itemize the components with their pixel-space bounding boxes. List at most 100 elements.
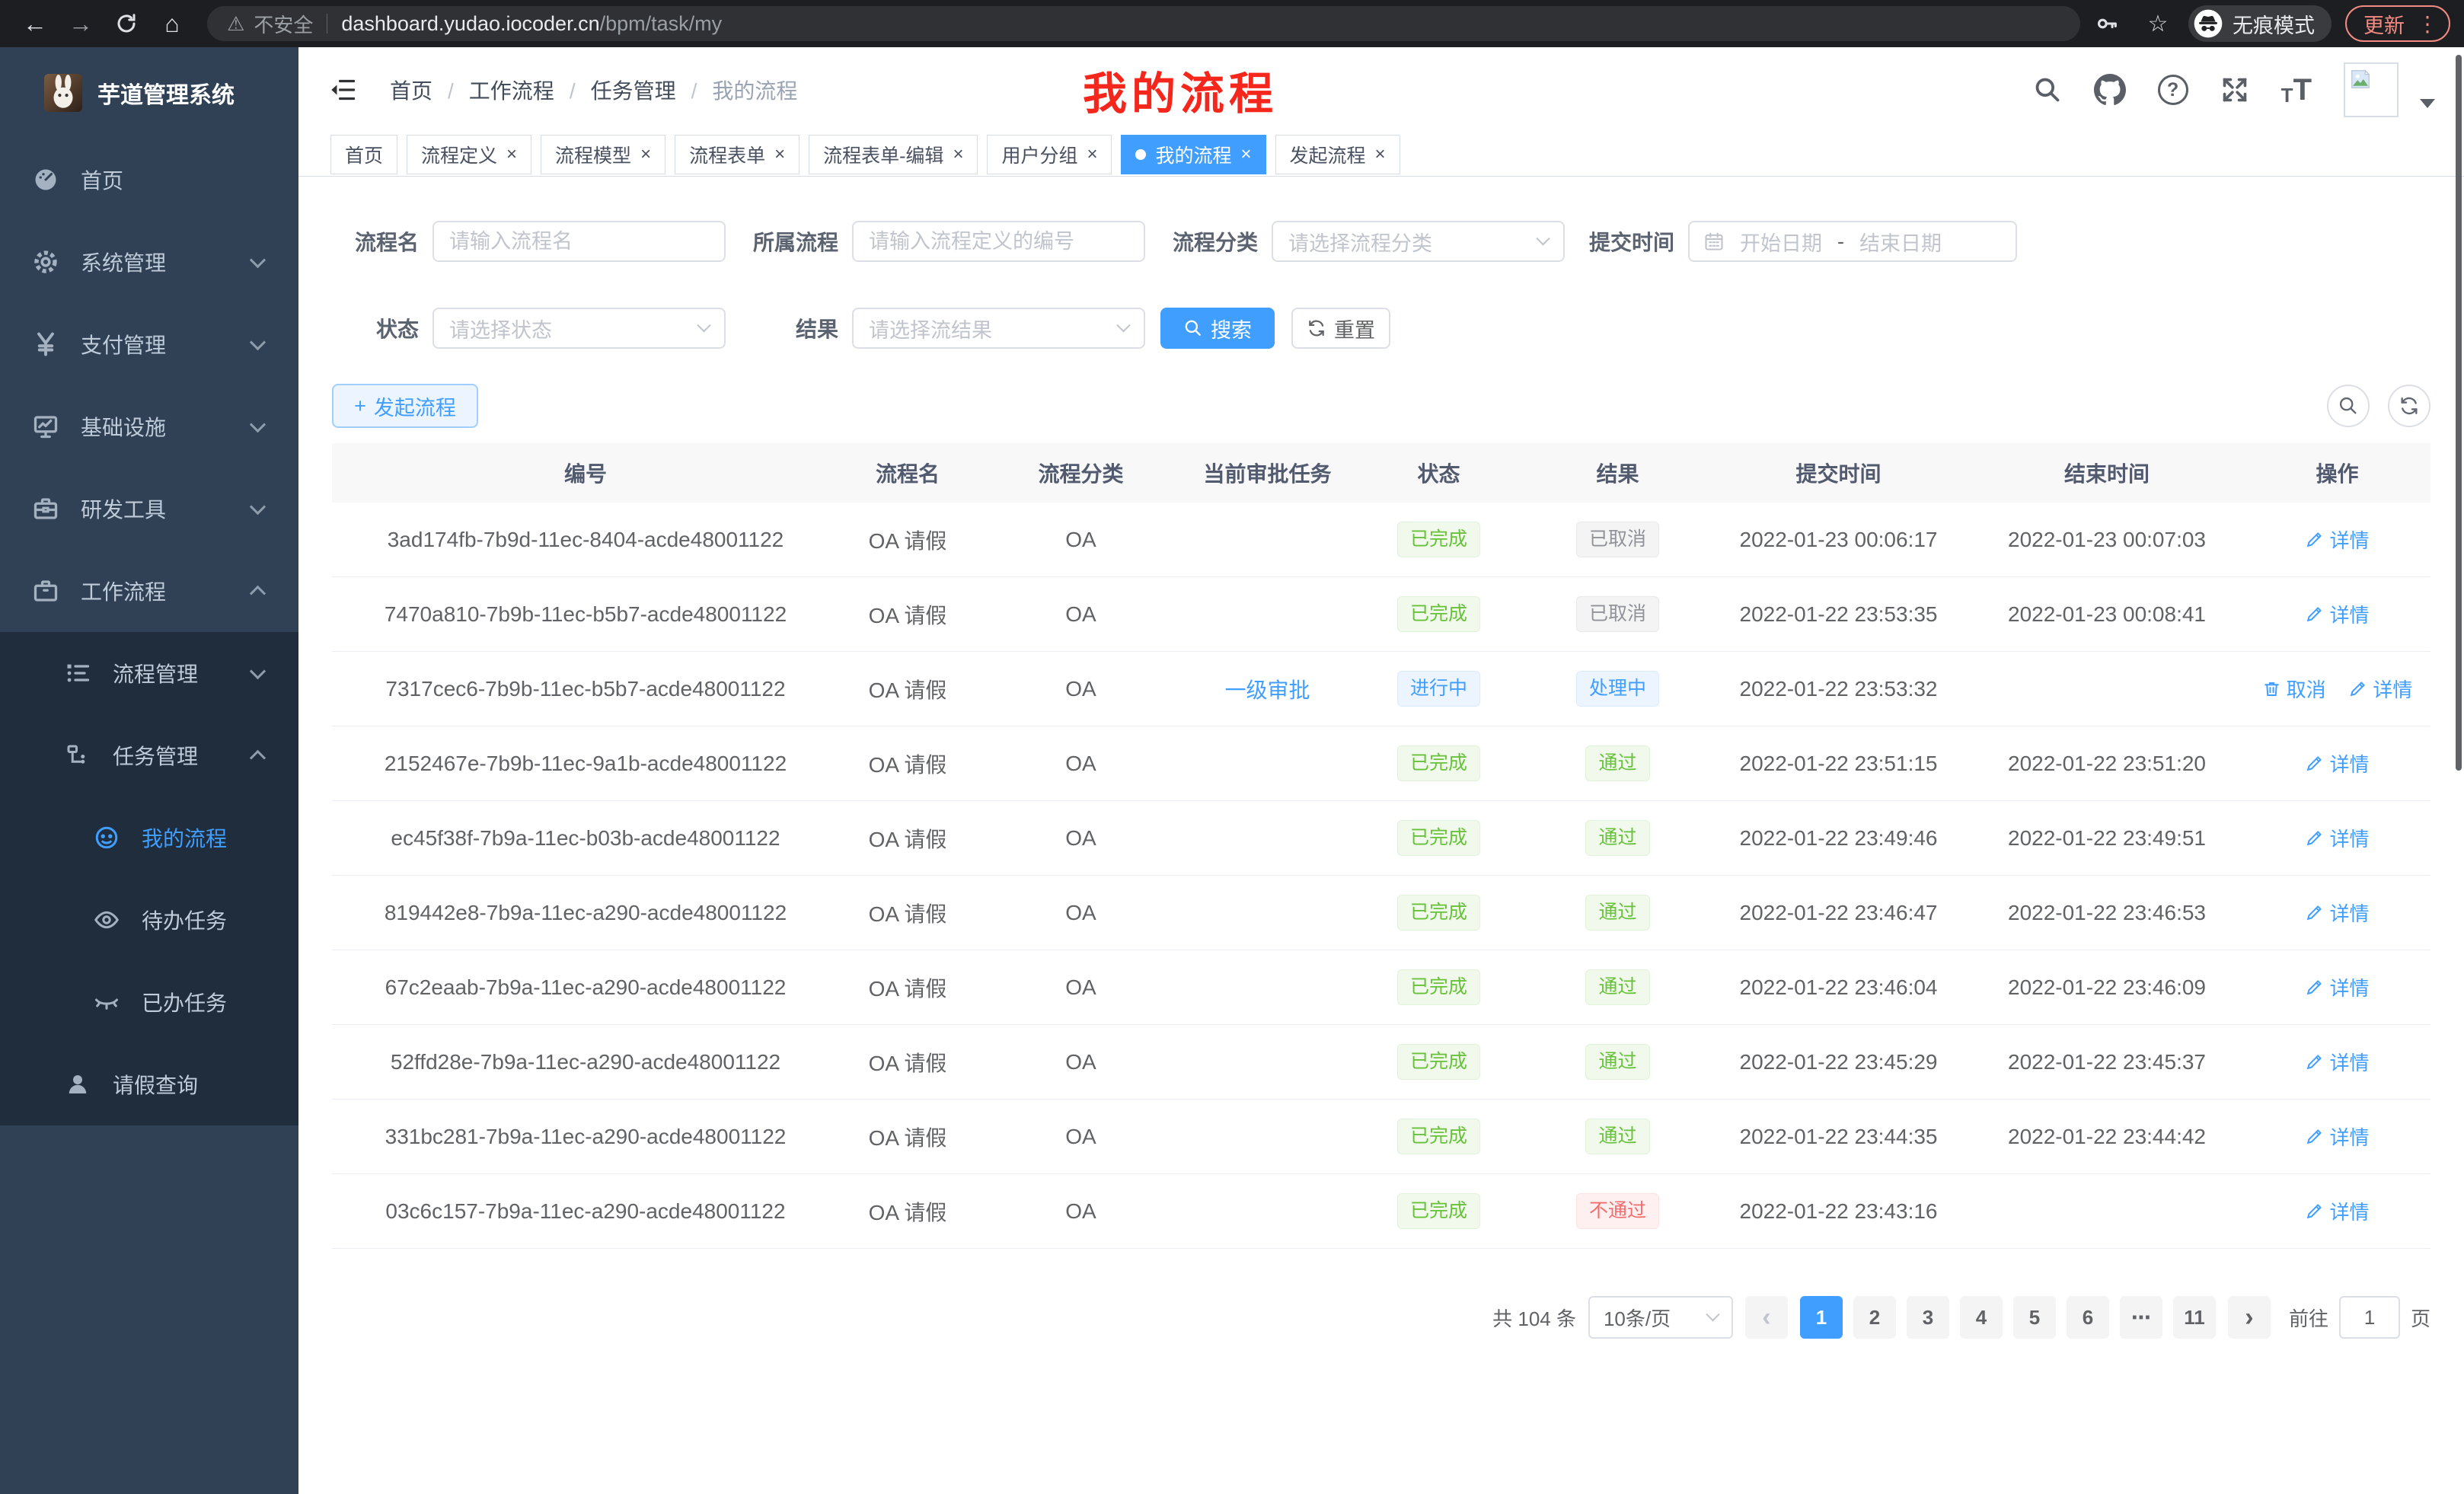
sidebar-item-done-tasks[interactable]: 已办任务 bbox=[0, 961, 298, 1043]
page-button[interactable]: 2 bbox=[1853, 1296, 1896, 1339]
end-time: 2022-01-22 23:46:09 bbox=[1970, 975, 2244, 1000]
process-name: OA 请假 bbox=[839, 599, 976, 630]
page-button[interactable]: 5 bbox=[2013, 1296, 2056, 1339]
scrollbar[interactable] bbox=[2456, 55, 2462, 771]
sidebar-collapse-icon[interactable] bbox=[327, 74, 359, 106]
sidebar-item-todo-tasks[interactable]: 待办任务 bbox=[0, 879, 298, 961]
close-icon[interactable]: × bbox=[1375, 145, 1386, 164]
avatar-dropdown-caret[interactable] bbox=[2420, 99, 2435, 108]
row-actions: 取消 详情 bbox=[2244, 525, 2430, 554]
page-button[interactable]: 4 bbox=[1960, 1296, 2003, 1339]
sidebar-item-process-mgmt[interactable]: 流程管理 bbox=[0, 632, 298, 714]
browser-reload-icon[interactable] bbox=[105, 12, 148, 35]
row-actions: 取消 详情 bbox=[2244, 600, 2430, 629]
avatar[interactable] bbox=[2344, 62, 2399, 117]
page-size-select[interactable]: 10条/页 bbox=[1588, 1296, 1733, 1339]
help-icon[interactable]: ? bbox=[2158, 75, 2188, 105]
breadcrumb-item[interactable]: 首页 bbox=[390, 75, 469, 105]
sidebar-item-payment[interactable]: 支付管理 bbox=[0, 303, 298, 385]
view-tab[interactable]: 流程表单 × bbox=[675, 135, 800, 174]
detail-link[interactable]: 详情 bbox=[2305, 600, 2369, 628]
status-select[interactable]: 请选择状态 bbox=[432, 308, 726, 349]
category-select[interactable]: 请选择流程分类 bbox=[1272, 221, 1565, 262]
detail-link[interactable]: 详情 bbox=[2305, 1048, 2369, 1076]
detail-link[interactable]: 详情 bbox=[2305, 525, 2369, 554]
sidebar-item-devtools[interactable]: 研发工具 bbox=[0, 468, 298, 550]
sidebar-item-infra[interactable]: 基础设施 bbox=[0, 385, 298, 468]
active-dot-icon bbox=[1135, 149, 1146, 160]
result-select[interactable]: 请选择流结果 bbox=[852, 308, 1145, 349]
view-tab[interactable]: 流程定义 × bbox=[407, 135, 531, 174]
detail-link[interactable]: 详情 bbox=[2305, 824, 2369, 852]
page-button[interactable]: ⋯ bbox=[2120, 1296, 2162, 1339]
breadcrumb-item[interactable]: 工作流程 bbox=[469, 75, 591, 105]
font-size-icon[interactable]: TT bbox=[2281, 73, 2312, 107]
browser-menu-icon[interactable]: ⋮ bbox=[2417, 11, 2438, 37]
detail-link[interactable]: 详情 bbox=[2305, 899, 2369, 927]
process-name-input[interactable] bbox=[432, 221, 726, 262]
browser-home-icon[interactable]: ⌂ bbox=[151, 0, 193, 47]
sidebar-item-home[interactable]: 首页 bbox=[0, 139, 298, 221]
start-process-button[interactable]: + 发起流程 bbox=[332, 384, 478, 428]
end-time: 2022-01-22 23:44:42 bbox=[1970, 1125, 2244, 1149]
view-tab[interactable]: 发起流程 × bbox=[1275, 135, 1400, 174]
browser-back-icon[interactable]: ← bbox=[14, 0, 56, 47]
sidebar-item-task-mgmt[interactable]: 任务管理 bbox=[0, 714, 298, 796]
page-button[interactable]: 11 bbox=[2173, 1296, 2216, 1339]
close-icon[interactable]: × bbox=[1087, 145, 1097, 164]
fullscreen-icon[interactable] bbox=[2220, 75, 2249, 104]
sidebar-item-system[interactable]: 系统管理 bbox=[0, 221, 298, 303]
close-icon[interactable]: × bbox=[1241, 145, 1252, 164]
process-category: OA bbox=[976, 602, 1186, 627]
result-badge: 已取消 bbox=[1576, 596, 1659, 633]
next-page-button[interactable]: › bbox=[2228, 1296, 2271, 1339]
sidebar-item-my-process[interactable]: 我的流程 bbox=[0, 796, 298, 879]
browser-forward-icon[interactable]: → bbox=[59, 0, 102, 47]
app-logo-row[interactable]: 芋道管理系统 bbox=[0, 47, 298, 139]
view-tab[interactable]: 流程模型 × bbox=[541, 135, 665, 174]
chevron-down-icon bbox=[1706, 1307, 1719, 1321]
breadcrumb-item[interactable]: 我的流程 bbox=[712, 75, 797, 105]
prev-page-button[interactable]: ‹ bbox=[1745, 1296, 1788, 1339]
pagination: 共 104 条 10条/页 ‹ 1 2 3 4 5 6 bbox=[332, 1296, 2430, 1339]
close-icon[interactable]: × bbox=[774, 145, 785, 164]
detail-link[interactable]: 详情 bbox=[2305, 1122, 2369, 1151]
view-tab[interactable]: 流程表单-编辑 × bbox=[809, 135, 978, 174]
password-key-icon[interactable] bbox=[2094, 11, 2127, 37]
search-icon[interactable] bbox=[2033, 75, 2062, 104]
refresh-icon[interactable] bbox=[2388, 385, 2430, 427]
detail-link[interactable]: 详情 bbox=[2305, 973, 2369, 1001]
breadcrumb-item[interactable]: 任务管理 bbox=[591, 75, 713, 105]
close-icon[interactable]: × bbox=[953, 145, 963, 164]
view-tab[interactable]: 我的流程 × bbox=[1121, 135, 1266, 174]
close-icon[interactable]: × bbox=[640, 145, 651, 164]
close-icon[interactable]: × bbox=[506, 145, 517, 164]
row-actions: 取消 详情 bbox=[2244, 899, 2430, 927]
page-button[interactable]: 6 bbox=[2067, 1296, 2109, 1339]
top-navbar: 首页 工作流程 任务管理 我的流程 我的流程 ? TT bbox=[298, 47, 2464, 132]
page-button[interactable]: 1 bbox=[1800, 1296, 1843, 1339]
search-button[interactable]: 搜索 bbox=[1160, 308, 1275, 349]
detail-link[interactable]: 详情 bbox=[2305, 1197, 2369, 1225]
view-tab[interactable]: 用户分组 × bbox=[987, 135, 1112, 174]
bookmark-star-icon[interactable]: ☆ bbox=[2141, 11, 2175, 37]
github-icon[interactable] bbox=[2094, 74, 2126, 106]
process-def-input[interactable] bbox=[852, 221, 1145, 262]
submit-time: 2022-01-22 23:45:29 bbox=[1707, 1050, 1970, 1074]
page-button[interactable]: 3 bbox=[1907, 1296, 1949, 1339]
address-bar[interactable]: ⚠ 不安全 dashboard.yudao.iocoder.cn/bpm/tas… bbox=[207, 6, 2080, 41]
sidebar-item-leave-query[interactable]: 请假查询 bbox=[0, 1043, 298, 1125]
detail-link[interactable]: 详情 bbox=[2348, 675, 2412, 703]
process-name: OA 请假 bbox=[839, 1196, 976, 1227]
cancel-link[interactable]: 取消 bbox=[2262, 675, 2326, 703]
chrome-update-button[interactable]: 更新 ⋮ bbox=[2345, 5, 2450, 42]
goto-page-input[interactable] bbox=[2339, 1296, 2400, 1339]
toggle-search-icon[interactable] bbox=[2327, 385, 2370, 427]
view-tab[interactable]: 首页 × bbox=[330, 135, 397, 174]
range-separator: - bbox=[1837, 230, 1844, 254]
sidebar-item-workflow[interactable]: 工作流程 bbox=[0, 550, 298, 632]
submit-time-range-picker[interactable]: 开始日期 - 结束日期 bbox=[1688, 221, 2017, 262]
detail-link[interactable]: 详情 bbox=[2305, 749, 2369, 777]
reset-button[interactable]: 重置 bbox=[1291, 308, 1390, 349]
current-task-link[interactable]: 一级审批 bbox=[1224, 678, 1310, 702]
